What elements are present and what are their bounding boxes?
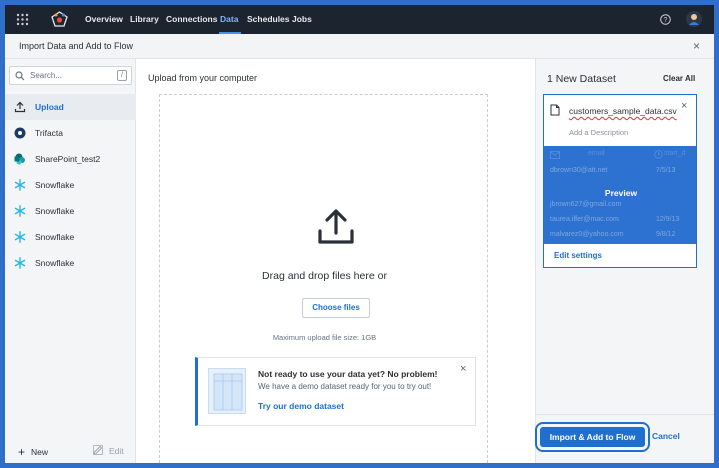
file-dropzone[interactable]: Drag and drop files here or Choose files… [159,94,488,463]
sidebar-item-snowflake-1[interactable]: Snowflake [5,172,136,198]
cancel-button[interactable]: Cancel [652,431,680,441]
sidebar-item-snowflake-2[interactable]: Snowflake [5,198,136,224]
trifacta-logo-icon[interactable] [51,11,68,28]
preview-column-email: email [588,150,605,157]
snowflake-icon [14,205,26,217]
pencil-icon [93,445,103,455]
max-upload-size-text: Maximum upload file size: 1GB [272,333,377,342]
spreadsheet-illustration-icon [208,368,246,414]
demo-dataset-card: Not ready to use your data yet? No probl… [195,357,476,426]
preview-column-start-date: start_d [664,150,686,157]
app-grid-icon[interactable] [16,13,29,26]
nav-library[interactable]: Library [130,5,159,34]
preview-cell: 9/8/12 [656,231,676,238]
sidebar-item-label: Snowflake [35,232,75,242]
upload-arrow-icon [318,209,354,244]
sidebar-item-label: Trifacta [35,128,64,138]
snowflake-icon [14,257,26,269]
close-demo-card-icon[interactable]: × [460,363,466,375]
edit-label: Edit [109,446,124,456]
preview-row: malvarez0@yahoo.com 9/8/12 [544,231,696,243]
sidebar-item-label: Upload [35,102,64,112]
demo-card-title: Not ready to use your data yet? No probl… [258,369,438,379]
sharepoint-icon [14,153,25,165]
preview-row: taurea.iffer@mac.com 12/9/13 [544,216,696,228]
dataset-preview[interactable]: email start_d dbrown30@att.net 7/5/13 Pr… [544,146,696,244]
dialog-title: Import Data and Add to Flow [19,41,134,51]
search-shortcut-key: / [117,70,127,81]
top-nav: Overview Library Connections Data Schedu… [5,5,714,34]
dialog-header: Import Data and Add to Flow × [5,34,714,59]
preview-cell: 7/5/13 [656,167,676,174]
user-avatar-icon[interactable] [686,11,702,27]
search-input[interactable]: Search... / [9,66,132,85]
new-connection-button[interactable]: + New [18,444,49,459]
dataset-file-name[interactable]: customers_sample_data.csv [569,106,677,116]
sidebar-item-sharepoint[interactable]: SharePoint_test2 [5,146,136,172]
preview-cell: malvarez0@yahoo.com [550,231,624,238]
sidebar-item-trifacta[interactable]: Trifacta [5,120,136,146]
sidebar-item-label: Snowflake [35,206,75,216]
clear-all-button[interactable]: Clear All [663,74,695,83]
preview-label: Preview [604,188,638,198]
footer-divider [535,414,714,415]
nav-data[interactable]: Data [220,5,238,34]
preview-header-row: email start_d [544,150,696,162]
choose-files-button[interactable]: Choose files [302,298,370,318]
demo-card-subtitle: We have a demo dataset ready for you to … [258,382,432,391]
new-dataset-count-title: 1 New Dataset [547,73,616,85]
preview-cell: dbrown30@att.net [550,167,608,174]
preview-cell: jbrown627@gmail.com [550,201,622,208]
file-icon [550,104,560,116]
preview-cell: 12/9/13 [656,216,680,223]
search-placeholder: Search... [30,71,63,80]
try-demo-dataset-link[interactable]: Try our demo dataset [258,401,344,411]
dataset-description-field[interactable]: Add a Description [569,128,628,137]
sidebar-item-upload[interactable]: Upload [5,94,136,120]
edit-settings-link[interactable]: Edit settings [554,251,602,260]
search-icon [15,71,25,81]
import-add-to-flow-button[interactable]: Import & Add to Flow [540,427,645,447]
edit-connection-button[interactable]: Edit [93,445,124,456]
snowflake-icon [14,179,26,191]
nav-jobs[interactable]: Jobs [292,5,312,34]
preview-row: jbrown627@gmail.com [544,201,696,213]
drag-drop-text: Drag and drop files here or [262,270,387,282]
preview-cell: taurea.iffer@mac.com [550,216,619,223]
sidebar-item-label: SharePoint_test2 [35,154,101,164]
upload-section-title: Upload from your computer [148,73,258,83]
remove-dataset-icon[interactable]: × [681,100,687,112]
sidebar-item-label: Snowflake [35,258,75,268]
snowflake-icon [14,231,26,243]
sidebar-item-snowflake-3[interactable]: Snowflake [5,224,136,250]
sidebar-item-label: Snowflake [35,180,75,190]
trifacta-icon [14,127,26,139]
dataset-card: customers_sample_data.csv × Add a Descri… [543,94,697,268]
plus-icon: + [18,445,26,459]
nav-connections[interactable]: Connections [166,5,217,34]
sidebar-item-snowflake-4[interactable]: Snowflake [5,250,136,276]
new-datasets-panel: 1 New Dataset Clear All customers_sample… [535,59,714,463]
clock-icon [654,150,663,159]
nav-overview[interactable]: Overview [85,5,123,34]
import-dialog-window: Overview Library Connections Data Schedu… [5,5,714,463]
nav-schedules[interactable]: Schedules [247,5,290,34]
help-icon[interactable]: ? [660,14,671,25]
connections-sidebar: Search... / Upload Trifacta SharePoint_t… [5,59,136,463]
close-dialog-icon[interactable]: × [693,39,700,53]
upload-icon [14,101,26,113]
preview-row: dbrown30@att.net 7/5/13 [544,167,696,179]
svg-text:?: ? [664,17,668,24]
new-label: New [31,447,49,457]
